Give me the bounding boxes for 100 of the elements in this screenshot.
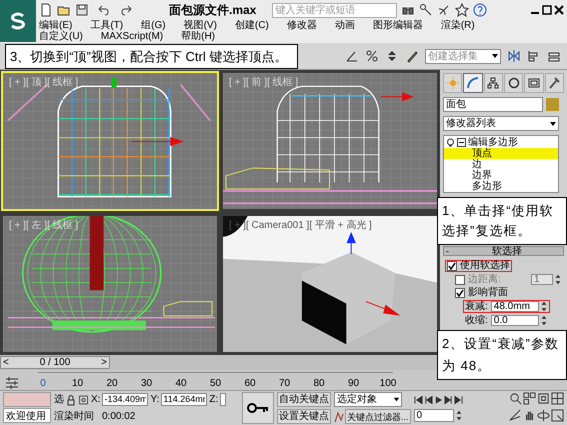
time-slider-track[interactable]: < 0 / 100 > xyxy=(0,355,440,370)
orbit-icon[interactable] xyxy=(537,409,550,422)
spinner-label: 衰减: xyxy=(465,302,488,312)
auto-key-button[interactable]: 自动关键点 xyxy=(277,392,331,407)
selection-label: 选 xyxy=(54,392,64,407)
star-icon[interactable] xyxy=(455,3,470,17)
zoom-all-icon[interactable] xyxy=(523,392,536,405)
y-label: Y: xyxy=(150,393,160,407)
menu-item[interactable]: 动画 xyxy=(334,20,355,31)
key-tangent-icon[interactable] xyxy=(334,410,344,424)
app-logo-icon[interactable] xyxy=(0,0,36,42)
lightbulb-icon xyxy=(446,138,455,148)
ruler-label: 10 xyxy=(72,377,82,390)
rollout-toggle[interactable]: - xyxy=(444,246,451,256)
render-time-label: 渲染时间 xyxy=(54,410,94,424)
ruler-label: 40 xyxy=(176,377,186,390)
menu-item[interactable]: 渲染(R) xyxy=(440,20,475,31)
menu-item[interactable]: 自定义(U) xyxy=(39,31,83,42)
spinner-label: 收缩: xyxy=(465,316,488,326)
spinner-arrows-icon[interactable] xyxy=(540,301,548,312)
checkbox-label[interactable]: 影响背面 xyxy=(468,288,508,298)
spinner-arrows-icon[interactable] xyxy=(540,315,548,326)
stack-subitem[interactable]: 边界 xyxy=(444,170,558,181)
ruler-label: 70 xyxy=(280,377,290,390)
tab-hierarchy-icon[interactable] xyxy=(484,73,503,93)
spinner-field[interactable]: 48.0mm xyxy=(490,301,539,312)
angle-snap-icon[interactable] xyxy=(345,49,359,63)
search-field[interactable]: 键入关键字或短语 xyxy=(272,2,398,18)
collapse-icon[interactable] xyxy=(457,138,466,147)
object-color-swatch[interactable] xyxy=(546,98,559,111)
welcome-field[interactable]: 欢迎使用 xyxy=(3,408,51,423)
spinner-arrows-icon[interactable] xyxy=(454,410,463,421)
track-bar-icon[interactable] xyxy=(4,376,20,390)
slider-left-arrow[interactable]: < xyxy=(3,355,9,370)
field-of-view-icon[interactable] xyxy=(509,409,522,422)
menu-item[interactable]: MAXScript(M) xyxy=(100,31,164,42)
menu-item[interactable]: 帮助(H) xyxy=(181,31,216,42)
dropdown-arrow-icon[interactable] xyxy=(392,395,401,404)
callout-box: 1、单击择“使用软选择”复选框。 xyxy=(437,197,567,245)
ruler-label: 0 xyxy=(39,377,47,390)
zoom-icon[interactable] xyxy=(509,392,522,405)
set-key-mode-button[interactable]: 设置关键点 xyxy=(277,409,331,424)
checkbox-label[interactable]: 使用软选择 xyxy=(460,261,510,271)
mirror-icon[interactable] xyxy=(507,49,521,63)
ruler-label: 80 xyxy=(314,377,324,390)
callout-box: 3、切换到“顶”视图，配合按下 Ctrl 键选择顶点。 xyxy=(5,44,298,69)
maximize-viewport-icon[interactable] xyxy=(551,409,564,422)
rollout-title: 软选择 xyxy=(491,246,523,256)
checkbox[interactable] xyxy=(447,261,457,271)
modifier-list-dropdown[interactable]: 修改器列表 xyxy=(443,116,559,131)
new-file-icon[interactable] xyxy=(39,3,53,17)
stack-subitem[interactable]: 顶点 xyxy=(444,148,558,159)
maximize-icon[interactable] xyxy=(542,3,552,17)
viewport-label[interactable]: [ + ][ Camera001 ][ 平滑 + 高光 ] xyxy=(229,218,372,232)
close-icon[interactable] xyxy=(554,3,564,17)
pencil-icon[interactable] xyxy=(405,49,419,63)
menu-item[interactable]: 编辑(E) xyxy=(39,20,72,31)
viewport[interactable]: [ + ][ Camera001 ][ 平滑 + 高光 ] xyxy=(221,214,439,354)
menu-item[interactable]: 组(G) xyxy=(141,20,166,31)
key-filters-button[interactable]: 关键点过滤器... xyxy=(345,409,411,424)
slider-right-arrow[interactable]: > xyxy=(101,355,107,370)
current-frame-field[interactable]: 0 xyxy=(414,409,454,422)
frame-position: 0 / 100 xyxy=(40,356,70,370)
ruler-label: 50 xyxy=(210,377,220,390)
menu-item[interactable]: 工具(T) xyxy=(90,20,124,31)
checkbox[interactable] xyxy=(455,288,465,298)
spinner-arrows-icon[interactable] xyxy=(554,274,562,285)
percent-snap-icon[interactable] xyxy=(365,49,379,63)
y-coordinate-field[interactable]: 114.264mr xyxy=(161,393,208,406)
set-key-button[interactable] xyxy=(242,392,274,424)
object-name-field[interactable]: 面包 xyxy=(443,97,543,112)
menu-item[interactable]: 图形编辑器 xyxy=(372,20,423,31)
ruler-label: 90 xyxy=(348,377,358,390)
render-time-value: 0:00:02 xyxy=(102,410,136,424)
menu-item[interactable]: 修改器 xyxy=(286,20,317,31)
transform-mode-icon[interactable] xyxy=(78,392,89,406)
tab-hammer-icon[interactable] xyxy=(544,73,564,93)
rollout-header[interactable]: - 软选择 xyxy=(443,246,564,256)
spinner-field[interactable]: 0.0 xyxy=(490,315,539,326)
callout-box: 2、设置“衰减”参数为 48。 xyxy=(437,330,567,380)
z-label: Z: xyxy=(209,393,218,407)
save-icon[interactable] xyxy=(75,3,89,17)
lock-icon[interactable] xyxy=(66,392,76,406)
stack-subitem[interactable]: 多边形 xyxy=(444,181,558,192)
x-label: X: xyxy=(91,393,100,407)
help-icon[interactable] xyxy=(473,3,488,17)
key-mode-dropdown[interactable]: 选定对象 xyxy=(334,392,402,407)
zoom-extents-all-icon[interactable] xyxy=(551,392,564,405)
tab-monitor-icon[interactable] xyxy=(524,73,544,93)
selection-set-dropdown[interactable]: 创建选择集 xyxy=(425,48,501,64)
ruler-label: 20 xyxy=(107,377,117,390)
menu-item[interactable]: 创建(C) xyxy=(234,20,269,31)
time-slider-thumb[interactable]: < 0 / 100 > xyxy=(0,356,110,369)
tab-curve-icon[interactable] xyxy=(463,73,483,93)
ruler-label: 60 xyxy=(245,377,255,390)
stack-item[interactable]: 编辑多边形 xyxy=(468,137,518,148)
stack-subitem[interactable]: 边 xyxy=(444,159,558,170)
menu-item[interactable]: 视图(V) xyxy=(184,20,217,31)
z-coordinate-field[interactable] xyxy=(220,393,226,406)
zoom-extents-icon[interactable] xyxy=(537,392,550,405)
